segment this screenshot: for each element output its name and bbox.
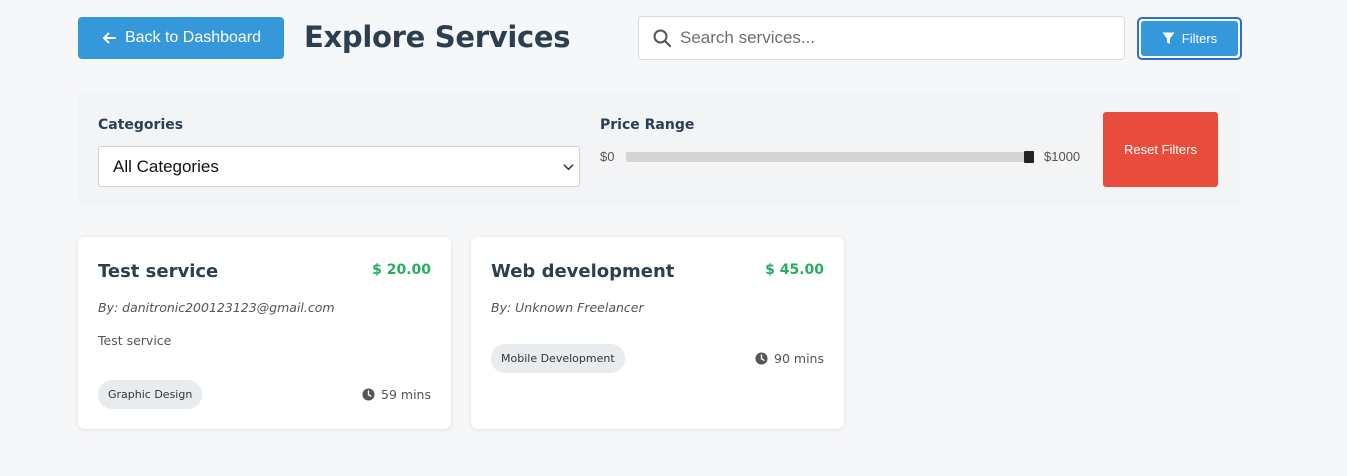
filter-icon (1162, 32, 1175, 44)
price-min-label: $0 (600, 149, 615, 164)
service-author: By: Unknown Freelancer (491, 300, 644, 315)
page-title: Explore Services (304, 20, 571, 54)
back-button-label: Back to Dashboard (124, 29, 262, 46)
duration-label: 90 mins (774, 351, 824, 366)
clock-icon (362, 388, 375, 401)
service-card[interactable]: Web development $ 45.00 By: Unknown Free… (471, 237, 844, 429)
duration-label: 59 mins (381, 387, 431, 402)
clock-icon (755, 352, 768, 365)
service-title: Test service (98, 261, 219, 282)
categories-label: Categories (98, 117, 184, 133)
price-range-label: Price Range (600, 117, 695, 133)
filters-button-inner[interactable]: Filters (1141, 21, 1238, 56)
service-description: Test service (98, 333, 172, 348)
service-duration: 59 mins (362, 387, 431, 402)
category-tag: Mobile Development (491, 344, 625, 373)
service-title: Web development (491, 261, 675, 282)
filter-panel: Categories All Categories Price Range $0… (78, 93, 1240, 206)
price-range-thumb[interactable] (1024, 151, 1034, 163)
reset-filters-button[interactable]: Reset Filters (1103, 112, 1218, 187)
price-range-slider[interactable] (626, 151, 1034, 163)
search-input[interactable] (680, 17, 1124, 59)
filters-button-label: Filters (1181, 31, 1218, 46)
service-duration: 90 mins (755, 351, 824, 366)
filters-button[interactable]: Filters (1137, 17, 1242, 60)
chevron-down-icon (561, 159, 575, 175)
service-price: $ 20.00 (372, 262, 431, 278)
category-select[interactable]: All Categories (98, 146, 580, 187)
category-select-value: All Categories (113, 156, 219, 176)
back-to-dashboard-button[interactable]: Back to Dashboard (78, 17, 284, 59)
search-icon (652, 28, 672, 48)
category-tag: Graphic Design (98, 380, 203, 409)
service-price: $ 45.00 (765, 262, 824, 278)
service-author: By: danitronic200123123@gmail.com (98, 300, 335, 315)
search-box[interactable] (638, 16, 1125, 60)
price-max-label: $1000 (1044, 149, 1081, 164)
service-card[interactable]: Test service $ 20.00 By: danitronic20012… (78, 237, 451, 429)
arrow-left-icon (102, 32, 116, 44)
